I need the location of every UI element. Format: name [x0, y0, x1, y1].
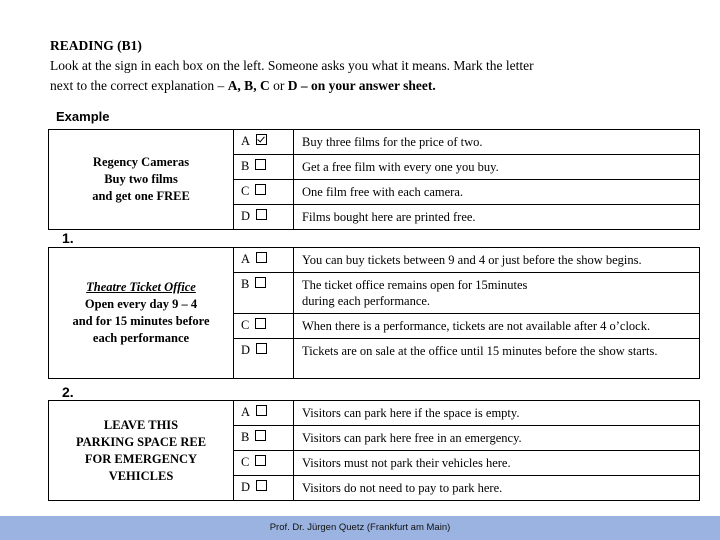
- checkbox-icon[interactable]: [256, 252, 268, 263]
- option-c[interactable]: C: [233, 179, 294, 205]
- option-text: Get a free film with every one you buy.: [293, 154, 700, 180]
- sign-line: Open every day 9 – 4: [84, 297, 198, 311]
- option-letter: B: [241, 159, 250, 173]
- sign-line: FOR EMERGENCY: [84, 451, 198, 466]
- option-a[interactable]: A: [233, 129, 294, 155]
- option-letter: B: [241, 430, 250, 444]
- sign-line: PARKING SPACE REE: [75, 434, 207, 449]
- option-a[interactable]: A: [233, 247, 294, 273]
- sign-line: each performance: [92, 331, 190, 345]
- checkbox-icon[interactable]: [256, 480, 268, 491]
- checkbox-icon[interactable]: [256, 343, 268, 354]
- checkbox-icon[interactable]: [255, 159, 267, 170]
- sign-line: LEAVE THIS: [103, 417, 179, 432]
- option-letter: A: [241, 405, 251, 419]
- question-2-table: LEAVE THIS PARKING SPACE REE FOR EMERGEN…: [48, 400, 700, 501]
- option-letter: A: [241, 134, 251, 148]
- question-1-label: 1.: [62, 230, 74, 246]
- example-table: Regency Cameras Buy two films and get on…: [48, 129, 700, 230]
- instructions-line-1: Look at the sign in each box on the left…: [50, 58, 534, 73]
- checkbox-icon[interactable]: [255, 318, 267, 329]
- option-letter: C: [241, 184, 250, 198]
- sign-title: Theatre Ticket Office: [86, 280, 196, 294]
- option-text: The ticket office remains open for 15min…: [293, 272, 700, 314]
- option-text: You can buy tickets between 9 and 4 or j…: [293, 247, 700, 273]
- checkbox-icon[interactable]: [255, 430, 267, 441]
- option-text: Tickets are on sale at the office until …: [293, 338, 700, 379]
- option-letter: B: [241, 277, 250, 291]
- option-letter: D: [241, 209, 251, 223]
- sign-line: and for 15 minutes before: [72, 314, 210, 328]
- sign-line: Buy two films: [104, 172, 178, 186]
- checkbox-icon[interactable]: [256, 405, 268, 416]
- option-text: Visitors can park here if the space is e…: [293, 400, 700, 426]
- option-a[interactable]: A: [233, 400, 294, 426]
- instructions-or: or: [269, 78, 288, 93]
- sign-box: Regency Cameras Buy two films and get on…: [48, 129, 234, 230]
- example-label: Example: [56, 109, 110, 124]
- checkbox-icon[interactable]: [255, 277, 267, 288]
- instructions-header: READING (B1) Look at the sign in each bo…: [50, 36, 534, 96]
- instructions-letters: A, B, C: [227, 78, 270, 93]
- checkbox-icon[interactable]: [255, 184, 267, 195]
- instructions-line-2: next to the correct explanation – A, B, …: [50, 76, 534, 96]
- footer-bar: Prof. Dr. Jürgen Quetz (Frankfurt am Mai…: [0, 516, 720, 540]
- option-text: Visitors can park here free in an emerge…: [293, 425, 700, 451]
- sign-box: Theatre Ticket Office Open every day 9 –…: [48, 247, 234, 379]
- option-b[interactable]: B: [233, 272, 294, 314]
- option-c[interactable]: C: [233, 313, 294, 339]
- option-d[interactable]: D: [233, 204, 294, 230]
- option-text: One film free with each camera.: [293, 179, 700, 205]
- option-letter: D: [241, 480, 251, 494]
- footer-credit: Prof. Dr. Jürgen Quetz (Frankfurt am Mai…: [269, 522, 451, 533]
- option-text: When there is a performance, tickets are…: [293, 313, 700, 339]
- option-text: Visitors do not need to pay to park here…: [293, 475, 700, 501]
- instructions-emphasis: D – on your answer sheet.: [287, 78, 436, 93]
- checkbox-icon[interactable]: [255, 455, 267, 466]
- option-letter: D: [241, 343, 251, 357]
- checkbox-icon[interactable]: [256, 209, 268, 220]
- option-text: Visitors must not park their vehicles he…: [293, 450, 700, 476]
- sign-box: LEAVE THIS PARKING SPACE REE FOR EMERGEN…: [48, 400, 234, 501]
- question-1-table: Theatre Ticket Office Open every day 9 –…: [48, 247, 700, 379]
- option-b[interactable]: B: [233, 154, 294, 180]
- option-d[interactable]: D: [233, 338, 294, 379]
- sign-line: Regency Cameras: [92, 155, 190, 169]
- page-title: READING (B1): [50, 38, 142, 53]
- option-letter: A: [241, 252, 251, 266]
- option-text: Films bought here are printed free.: [293, 204, 700, 230]
- option-letter: C: [241, 455, 250, 469]
- option-letter: C: [241, 318, 250, 332]
- option-c[interactable]: C: [233, 450, 294, 476]
- option-text: Buy three films for the price of two.: [293, 129, 700, 155]
- instructions-text: next to the correct explanation –: [50, 78, 228, 93]
- sign-line: VEHICLES: [108, 468, 174, 483]
- question-2-label: 2.: [62, 384, 74, 400]
- option-d[interactable]: D: [233, 475, 294, 501]
- option-b[interactable]: B: [233, 425, 294, 451]
- checkbox-checked-icon[interactable]: [256, 134, 268, 145]
- sign-line: and get one FREE: [92, 189, 190, 203]
